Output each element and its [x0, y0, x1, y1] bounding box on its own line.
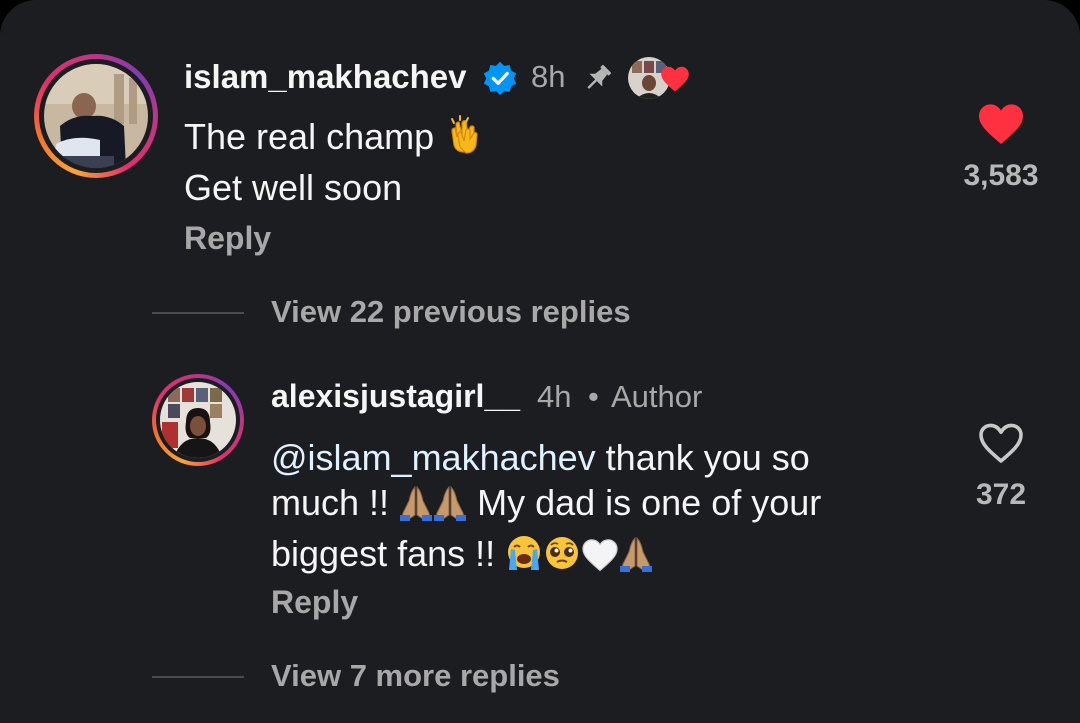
mention-link[interactable]: @islam_makhachev [271, 437, 596, 478]
comment-text-segment: thank you so [595, 437, 810, 478]
heart-filled-icon [660, 65, 690, 93]
comment-username[interactable]: alexisjustagirl__ [271, 378, 520, 415]
comments-panel: islam_makhachev 8h The real champ Get we… [0, 0, 1080, 723]
avatar-photo [44, 64, 148, 168]
comment-text: The real champ Get well soon [184, 114, 484, 210]
view-previous-replies-button[interactable]: View 22 previous replies [271, 294, 631, 330]
comment-time: 8h [531, 59, 566, 94]
clap-emoji [444, 115, 484, 165]
comment-text-segment: much !! [271, 482, 390, 523]
author-badge: Author [611, 379, 703, 414]
reply-button[interactable]: Reply [184, 220, 271, 257]
like-count: 372 [975, 478, 1027, 511]
white-heart-emoji [581, 537, 619, 582]
pin-icon [582, 62, 614, 94]
pray-emoji [433, 485, 467, 531]
like-count: 3,583 [963, 159, 1039, 192]
comment-line: Get well soon [184, 167, 403, 208]
divider [152, 676, 244, 678]
author-liked-indicator [626, 55, 692, 101]
comment-line: The real champ [184, 116, 435, 157]
comment-time: 4h [537, 379, 572, 414]
comment-text: @islam_makhachev thank you so much !! My… [271, 435, 821, 582]
verified-badge-icon [482, 60, 518, 96]
divider [152, 312, 244, 314]
comment-text-segment: My dad is one of your [477, 482, 822, 523]
avatar[interactable] [34, 54, 158, 178]
heart-filled-icon[interactable] [977, 102, 1025, 146]
view-more-replies-button[interactable]: View 7 more replies [271, 658, 560, 694]
heart-outline-icon[interactable] [977, 421, 1025, 465]
crying-emoji [505, 534, 543, 582]
pray-emoji [399, 485, 433, 531]
comment-username[interactable]: islam_makhachev [184, 58, 467, 96]
reply-button[interactable]: Reply [271, 584, 358, 621]
avatar[interactable] [152, 374, 244, 466]
comment-text-segment: biggest fans !! [271, 533, 496, 574]
pray-emoji [619, 536, 653, 582]
avatar-photo [160, 382, 236, 458]
pleading-emoji [543, 534, 581, 582]
meta-separator: • [588, 379, 599, 414]
